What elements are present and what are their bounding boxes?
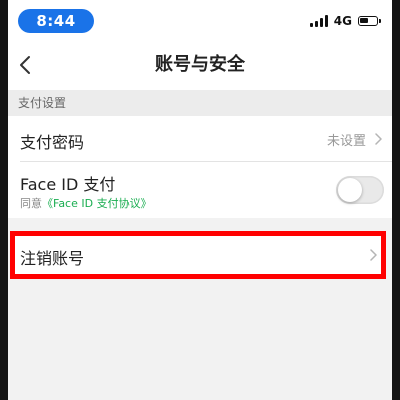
section-header: 支付设置 bbox=[8, 90, 392, 116]
pay-password-status: 未设置 bbox=[326, 134, 366, 149]
status-indicators: 4G bbox=[309, 13, 381, 29]
face-id-pay-label: Face ID 支付 bbox=[20, 175, 116, 194]
network-label: 4G bbox=[333, 14, 352, 28]
face-id-agreement: 同意《Face ID 支付协议》 bbox=[20, 195, 152, 211]
nav-bar: 账号与安全 bbox=[8, 40, 392, 90]
face-id-agreement-link[interactable]: 《Face ID 支付协议》 bbox=[42, 197, 152, 210]
toggle-knob bbox=[338, 178, 362, 202]
agree-prefix: 同意 bbox=[20, 197, 42, 210]
pay-password-label: 支付密码 bbox=[20, 133, 85, 152]
face-id-pay-row: Face ID 支付 同意《Face ID 支付协议》 bbox=[8, 162, 392, 218]
chevron-right-icon bbox=[370, 249, 377, 261]
cancel-account-row[interactable]: 注销账号 bbox=[15, 236, 381, 274]
cancel-account-label: 注销账号 bbox=[20, 249, 85, 268]
chevron-right-icon bbox=[375, 133, 382, 145]
screen: 8:44 4G 账号与安全 支付设置 支付密码 未设置 Face ID 支付 同… bbox=[8, 0, 392, 400]
section-header-label: 支付设置 bbox=[18, 96, 67, 110]
face-id-toggle[interactable] bbox=[336, 176, 384, 204]
signal-icon bbox=[309, 15, 328, 27]
pay-password-row[interactable]: 支付密码 未设置 bbox=[8, 116, 392, 162]
battery-icon bbox=[358, 16, 381, 26]
status-bar: 8:44 4G bbox=[8, 0, 392, 40]
status-time: 8:44 bbox=[18, 9, 94, 33]
page-title: 账号与安全 bbox=[155, 54, 245, 75]
